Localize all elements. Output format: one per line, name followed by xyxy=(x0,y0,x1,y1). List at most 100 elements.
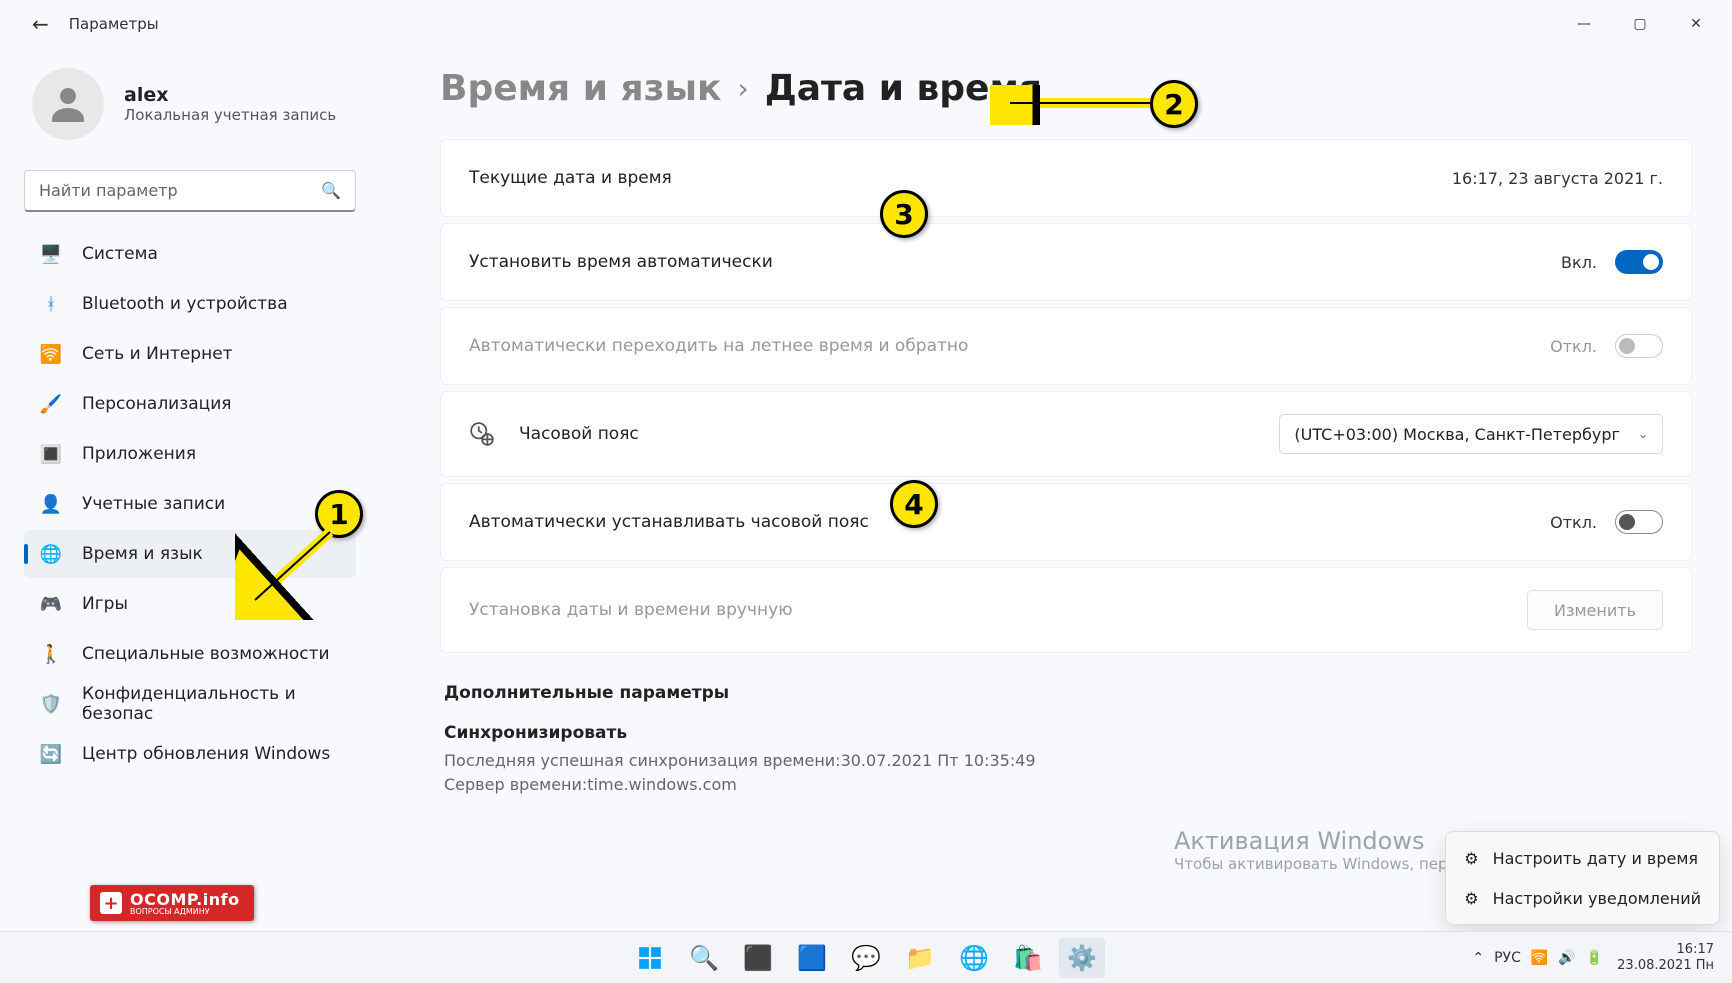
brush-icon: 🖌️ xyxy=(40,393,62,415)
ctx-notification-settings[interactable]: ⚙ Настройки уведомлений xyxy=(1452,878,1713,918)
widgets[interactable]: 🟦 xyxy=(789,938,835,978)
toggle-state: Откл. xyxy=(1550,337,1597,356)
nav-label: Сеть и Интернет xyxy=(82,344,233,364)
card-auto-tz: Автоматически устанавливать часовой пояс… xyxy=(440,483,1692,561)
nav-label: Специальные возможности xyxy=(82,644,330,664)
section-title: Дополнительные параметры xyxy=(444,683,1692,703)
gear-icon: ⚙ xyxy=(1464,849,1478,868)
card-auto-time: Установить время автоматически Вкл. xyxy=(440,223,1692,301)
person-icon: 👤 xyxy=(40,493,62,515)
close-button[interactable]: ✕ xyxy=(1668,6,1724,42)
nav-label: Bluetooth и устройства xyxy=(82,294,288,314)
card-timezone: Часовой пояс (UTC+03:00) Москва, Санкт-П… xyxy=(440,391,1692,477)
avatar-icon xyxy=(32,68,104,140)
timezone-value: (UTC+03:00) Москва, Санкт-Петербург xyxy=(1294,425,1620,444)
timezone-select[interactable]: (UTC+03:00) Москва, Санкт-Петербург ⌄ xyxy=(1279,414,1663,454)
nav-personalization[interactable]: 🖌️ Персонализация xyxy=(24,380,356,428)
ctx-label: Настройки уведомлений xyxy=(1493,889,1701,908)
toggle-state: Вкл. xyxy=(1561,253,1597,272)
edge-icon[interactable]: 🌐 xyxy=(951,938,997,978)
search-box[interactable]: 🔍 xyxy=(24,170,356,212)
nav-label: Конфиденциальность и безопас xyxy=(82,684,340,724)
nav-label: Центр обновления Windows xyxy=(82,744,330,764)
breadcrumb: Время и язык › Дата и время xyxy=(440,68,1692,109)
nav-list: 🖥️ Система ᚼ Bluetooth и устройства 🛜Сеть … xyxy=(24,230,356,778)
nav-accounts[interactable]: 👤 Учетные записи xyxy=(24,480,356,528)
nav-time-language[interactable]: 🌐 Время и язык xyxy=(24,530,356,578)
shield-icon: 🛡️ xyxy=(40,693,62,715)
card-dst: Автоматически переходить на летнее время… xyxy=(440,307,1692,385)
breadcrumb-parent[interactable]: Время и язык xyxy=(440,68,721,109)
card-title: Текущие дата и время xyxy=(469,168,672,188)
tray-chevron-icon[interactable]: ⌃ xyxy=(1472,950,1484,966)
task-view[interactable]: ⬛ xyxy=(735,938,781,978)
dst-toggle xyxy=(1615,334,1663,358)
nav-label: Персонализация xyxy=(82,394,232,414)
taskbar-search[interactable]: 🔍 xyxy=(681,938,727,978)
battery-tray-icon[interactable]: 🔋 xyxy=(1586,950,1603,966)
context-menu: ⚙ Настроить дату и время ⚙ Настройки уведо… xyxy=(1445,831,1720,925)
title-bar: ← Параметры — ▢ ✕ xyxy=(0,0,1732,48)
bluetooth-icon: ᚼ xyxy=(40,293,62,315)
nav-label: Система xyxy=(82,244,158,264)
nav-privacy[interactable]: 🛡️ Конфиденциальность и безопас xyxy=(24,680,356,728)
system-icon: 🖥️ xyxy=(40,243,62,265)
sync-title: Синхронизировать xyxy=(444,723,1688,743)
nav-network[interactable]: 🛜Сеть и Интернет xyxy=(24,330,356,378)
page-title: Дата и время xyxy=(765,68,1042,109)
wifi-tray-icon[interactable]: 🛜 xyxy=(1531,950,1548,966)
chevron-right-icon: › xyxy=(737,72,748,105)
search-input[interactable] xyxy=(39,181,321,200)
ctx-label: Настроить дату и время xyxy=(1493,849,1698,868)
gamepad-icon: 🎮 xyxy=(40,593,62,615)
volume-tray-icon[interactable]: 🔊 xyxy=(1558,950,1575,966)
gear-icon: ⚙ xyxy=(1464,889,1478,908)
chevron-down-icon: ⌄ xyxy=(1638,427,1648,441)
profile-block[interactable]: alex Локальная учетная запись xyxy=(24,68,356,140)
back-button[interactable]: ← xyxy=(32,12,49,36)
minimize-button[interactable]: — xyxy=(1556,6,1612,42)
nav-label: Учетные записи xyxy=(82,494,225,514)
nav-apps[interactable]: 🔳Приложения xyxy=(24,430,356,478)
ctx-adjust-datetime[interactable]: ⚙ Настроить дату и время xyxy=(1452,838,1713,878)
sync-server: Сервер времени:time.windows.com xyxy=(444,773,1688,797)
auto-tz-toggle[interactable] xyxy=(1615,510,1663,534)
start-button[interactable] xyxy=(627,938,673,978)
toggle-state: Откл. xyxy=(1550,513,1597,532)
auto-time-toggle[interactable] xyxy=(1615,250,1663,274)
nav-system[interactable]: 🖥️ Система xyxy=(24,230,356,278)
app-title: Параметры xyxy=(69,15,159,33)
card-manual-datetime: Установка даты и времени вручную Изменит… xyxy=(440,567,1692,653)
chat-icon[interactable]: 💬 xyxy=(843,938,889,978)
change-button: Изменить xyxy=(1527,590,1663,630)
clock-date: 23.08.2021 Пн xyxy=(1617,958,1714,974)
card-title: Установка даты и времени вручную xyxy=(469,600,793,620)
update-icon: 🔄 xyxy=(40,743,62,765)
store-icon[interactable]: 🛍️ xyxy=(1005,938,1051,978)
clock-globe-icon xyxy=(469,421,495,447)
settings-icon[interactable]: ⚙️ xyxy=(1059,938,1105,978)
card-title: Автоматически устанавливать часовой пояс xyxy=(469,512,869,532)
taskbar-clock[interactable]: 16:17 23.08.2021 Пн xyxy=(1617,942,1714,973)
accessibility-icon: 🚶 xyxy=(40,643,62,665)
globe-clock-icon: 🌐 xyxy=(40,543,62,565)
card-title: Автоматически переходить на летнее время… xyxy=(469,336,968,356)
clock-time: 16:17 xyxy=(1617,942,1714,958)
nav-label: Приложения xyxy=(82,444,196,464)
language-indicator[interactable]: РУС xyxy=(1494,950,1521,966)
taskbar: 🔍 ⬛ 🟦 💬 📁 🌐 🛍️ ⚙️ ⌃ РУС 🛜 🔊 🔋 16:17 23.0… xyxy=(0,931,1732,983)
sync-block: Синхронизировать Последняя успешная синх… xyxy=(440,719,1692,797)
card-title: Часовой пояс xyxy=(519,424,639,444)
explorer-icon[interactable]: 📁 xyxy=(897,938,943,978)
current-datetime-value: 16:17, 23 августа 2021 г. xyxy=(1452,169,1663,188)
nav-label: Время и язык xyxy=(82,544,203,564)
nav-accessibility[interactable]: 🚶 Специальные возможности xyxy=(24,630,356,678)
nav-update[interactable]: 🔄 Центр обновления Windows xyxy=(24,730,356,778)
card-title: Установить время автоматически xyxy=(469,252,773,272)
nav-gaming[interactable]: 🎮Игры xyxy=(24,580,356,628)
card-current-datetime: Текущие дата и время 16:17, 23 августа 2… xyxy=(440,139,1692,217)
profile-name: alex xyxy=(124,84,336,106)
profile-subtitle: Локальная учетная запись xyxy=(124,106,336,124)
maximize-button[interactable]: ▢ xyxy=(1612,6,1668,42)
nav-bluetooth[interactable]: ᚼ Bluetooth и устройства xyxy=(24,280,356,328)
